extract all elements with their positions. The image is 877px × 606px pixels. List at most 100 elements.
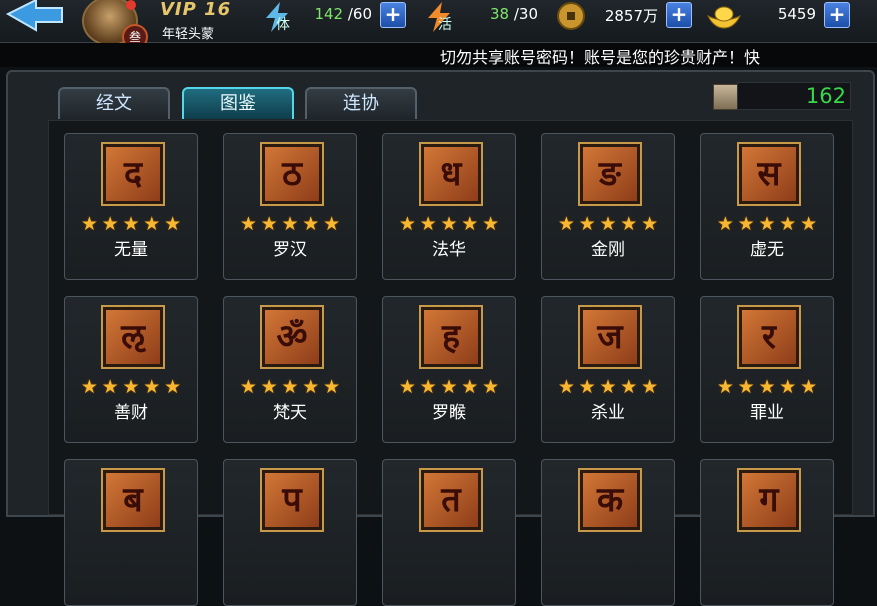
relic-card[interactable]: ॐ ★ ★ ★ ★ ★ 梵天 — [223, 296, 357, 443]
star-icon: ★ — [260, 376, 278, 398]
stamina-label: 体 — [276, 17, 290, 33]
star-rating: ★ ★ ★ ★ ★ — [397, 377, 501, 397]
emblem-glyph: त — [441, 480, 461, 520]
star-icon: ★ — [80, 213, 98, 235]
star-icon: ★ — [779, 376, 797, 398]
sanskrit-emblem-icon: ठ — [260, 142, 324, 206]
emblem-glyph: ब — [123, 480, 143, 520]
star-rating: ★ ★ ★ ★ ★ — [715, 214, 819, 234]
add-gold-button[interactable]: + — [824, 2, 850, 28]
tab-combos[interactable]: 连协 — [305, 87, 417, 119]
relic-name: 法华 — [432, 240, 466, 260]
sanskrit-emblem-icon: स — [737, 142, 801, 206]
rank-title: 年轻头蒙 — [162, 27, 215, 42]
star-icon: ★ — [323, 376, 341, 398]
star-icon: ★ — [164, 213, 182, 235]
star-icon: ★ — [122, 213, 140, 235]
relic-name: 无量 — [114, 240, 148, 260]
back-arrow-icon[interactable] — [6, 0, 64, 38]
emblem-glyph: ध — [440, 154, 462, 194]
relic-card[interactable]: ज ★ ★ ★ ★ ★ 杀业 — [541, 296, 675, 443]
emblem-glyph: ऌ — [121, 317, 145, 357]
sanskrit-emblem-icon: द — [101, 142, 165, 206]
relic-card[interactable]: क — [541, 459, 675, 606]
tab-codex[interactable]: 图鉴 — [182, 87, 294, 119]
collection-count: 162 — [805, 84, 846, 108]
star-icon: ★ — [482, 376, 500, 398]
emblem-glyph: र — [762, 317, 776, 357]
sanskrit-emblem-icon: ऌ — [101, 305, 165, 369]
relic-card[interactable]: ग — [700, 459, 834, 606]
vigor-value: 38 /30 — [489, 5, 538, 23]
vigor-resource: 活 38 /30 — [424, 2, 544, 33]
star-icon: ★ — [239, 376, 257, 398]
emblem-glyph: ज — [597, 317, 623, 357]
player-avatar[interactable]: 叁 — [80, 0, 150, 50]
gold-ingot-icon — [706, 6, 742, 29]
vigor-label: 活 — [438, 17, 452, 33]
relic-name: 梵天 — [273, 403, 307, 423]
star-icon: ★ — [398, 213, 416, 235]
coin-resource: 2857万 + — [556, 2, 692, 30]
star-icon: ★ — [779, 213, 797, 235]
star-icon: ★ — [641, 376, 659, 398]
emblem-glyph: ह — [441, 317, 461, 357]
emblem-glyph: ॐ — [276, 317, 308, 357]
star-icon: ★ — [800, 376, 818, 398]
star-icon: ★ — [758, 213, 776, 235]
star-rating: ★ ★ ★ ★ ★ — [715, 377, 819, 397]
relic-card[interactable]: र ★ ★ ★ ★ ★ 罪业 — [700, 296, 834, 443]
star-icon: ★ — [800, 213, 818, 235]
star-icon: ★ — [239, 213, 257, 235]
scroll-icon — [713, 84, 739, 110]
emblem-glyph: स — [757, 154, 781, 194]
relic-name: 罗汉 — [273, 240, 307, 260]
star-icon: ★ — [716, 376, 734, 398]
relic-card[interactable]: त — [382, 459, 516, 606]
relic-card[interactable]: प — [223, 459, 357, 606]
star-icon: ★ — [482, 213, 500, 235]
relic-card[interactable]: ङ ★ ★ ★ ★ ★ 金刚 — [541, 133, 675, 280]
relic-card[interactable]: ब — [64, 459, 198, 606]
star-icon: ★ — [143, 376, 161, 398]
security-notice-marquee: 切勿共享账号密码！账号是您的珍贵财产！快 — [0, 43, 877, 67]
star-icon: ★ — [461, 376, 479, 398]
tab-scriptures[interactable]: 经文 — [58, 87, 170, 119]
star-icon: ★ — [557, 213, 575, 235]
emblem-glyph: द — [123, 154, 143, 194]
sanskrit-emblem-icon: ह — [419, 305, 483, 369]
emblem-glyph: क — [596, 480, 624, 520]
star-icon: ★ — [737, 213, 755, 235]
star-icon: ★ — [599, 376, 617, 398]
star-icon: ★ — [440, 376, 458, 398]
relic-card[interactable]: ध ★ ★ ★ ★ ★ 法华 — [382, 133, 516, 280]
star-icon: ★ — [398, 376, 416, 398]
star-rating: ★ ★ ★ ★ ★ — [556, 377, 660, 397]
relic-card[interactable]: ठ ★ ★ ★ ★ ★ 罗汉 — [223, 133, 357, 280]
star-icon: ★ — [578, 213, 596, 235]
add-stamina-button[interactable]: + — [380, 2, 406, 28]
star-icon: ★ — [419, 213, 437, 235]
star-icon: ★ — [101, 213, 119, 235]
relic-name: 善财 — [114, 403, 148, 423]
star-rating: ★ ★ ★ ★ ★ — [79, 377, 183, 397]
add-coins-button[interactable]: + — [666, 2, 692, 28]
star-icon: ★ — [737, 376, 755, 398]
relic-card[interactable]: स ★ ★ ★ ★ ★ 虚无 — [700, 133, 834, 280]
star-icon: ★ — [620, 213, 638, 235]
star-icon: ★ — [302, 213, 320, 235]
relic-card[interactable]: ह ★ ★ ★ ★ ★ 罗睺 — [382, 296, 516, 443]
star-icon: ★ — [260, 213, 278, 235]
star-icon: ★ — [641, 213, 659, 235]
relic-name: 罪业 — [750, 403, 784, 423]
star-icon: ★ — [80, 376, 98, 398]
relic-card[interactable]: द ★ ★ ★ ★ ★ 无量 — [64, 133, 198, 280]
emblem-glyph: ग — [759, 480, 779, 520]
star-icon: ★ — [101, 376, 119, 398]
gold-resource: 5459 + — [706, 2, 850, 29]
coin-value: 2857万 — [604, 7, 658, 25]
star-icon: ★ — [281, 213, 299, 235]
star-icon: ★ — [461, 213, 479, 235]
notice-text: 切勿共享账号密码！账号是您的珍贵财产！快 — [440, 48, 761, 67]
relic-card[interactable]: ऌ ★ ★ ★ ★ ★ 善财 — [64, 296, 198, 443]
